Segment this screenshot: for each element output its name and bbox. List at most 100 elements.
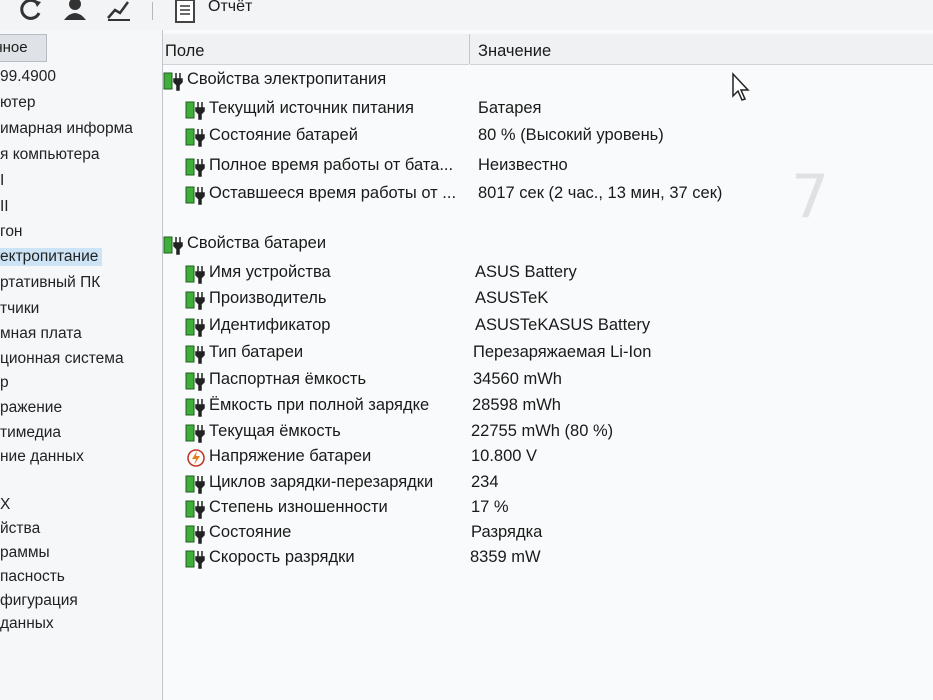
report-icon[interactable] <box>172 0 198 24</box>
sidebar-item[interactable]: ютер <box>0 94 35 112</box>
table-row[interactable]: Состояние батарей 80 % (Высокий уровень) <box>185 126 925 150</box>
battery-icon <box>185 318 205 337</box>
sidebar-item[interactable]: II <box>0 198 9 216</box>
table-row[interactable]: Скорость разрядки 8359 mW <box>185 548 925 572</box>
sidebar-item[interactable]: 99.4900 <box>0 68 56 86</box>
field-cell: Ёмкость при полной зарядке <box>209 396 430 414</box>
sidebar-item[interactable]: ртативный ПК <box>0 274 100 292</box>
sidebar-tab-label: анное <box>0 39 28 56</box>
battery-icon <box>185 372 205 391</box>
table-row[interactable]: Текущий источник питания Батарея <box>185 99 925 123</box>
value-cell: 34560 mWh <box>473 370 562 388</box>
field-cell: Полное время работы от бата... <box>209 156 454 174</box>
sidebar-item[interactable]: имарная информа <box>0 120 133 138</box>
field-cell: Производитель <box>209 289 327 307</box>
table-row[interactable]: Напряжение батареи 10.800 V <box>185 447 925 471</box>
field-cell: Состояние батарей <box>209 126 358 144</box>
table-row[interactable]: Паспортная ёмкость 34560 mWh <box>185 370 925 394</box>
battery-icon <box>185 398 205 417</box>
toolbar-separator <box>152 2 153 20</box>
table-row[interactable]: Состояние Разрядка <box>185 523 925 547</box>
value-cell: 28598 mWh <box>472 396 561 414</box>
sidebar-item[interactable]: ние данных <box>0 448 84 466</box>
battery-icon <box>163 72 183 91</box>
voltage-icon <box>187 449 205 467</box>
sidebar-item[interactable]: ражение <box>0 399 62 417</box>
battery-icon <box>185 265 205 284</box>
sidebar-item[interactable]: гон <box>0 223 23 241</box>
group-battery-properties[interactable]: Свойства батареи <box>163 234 923 258</box>
sidebar-item[interactable]: фигурация <box>0 592 78 610</box>
sidebar-item-power[interactable]: ектропитание <box>0 248 103 266</box>
table-row[interactable]: Производитель ASUSTeK <box>185 289 925 313</box>
column-header-field[interactable]: Поле <box>163 34 469 65</box>
value-cell: Неизвестно <box>478 156 568 174</box>
report-label[interactable]: Отчёт <box>208 0 252 16</box>
sidebar-tab-header[interactable]: анное <box>0 34 47 62</box>
field-cell: Напряжение батареи <box>209 447 372 465</box>
field-cell: Циклов зарядки-перезарядки <box>209 473 434 491</box>
battery-icon <box>185 158 205 177</box>
field-cell: Паспортная ёмкость <box>209 370 367 388</box>
battery-icon <box>185 345 205 364</box>
table-row[interactable]: Идентификатор ASUSTeKASUS Battery <box>185 316 925 340</box>
sidebar-tree: анное 99.4900 ютер имарная информа я ком… <box>0 30 163 700</box>
table-row[interactable]: Ёмкость при полной зарядке 28598 mWh <box>185 396 925 420</box>
value-cell: 17 % <box>471 498 509 516</box>
table-row[interactable]: Циклов зарядки-перезарядки 234 <box>185 473 925 497</box>
battery-icon <box>185 424 205 443</box>
battery-icon <box>185 525 205 544</box>
battery-icon <box>185 500 205 519</box>
field-cell: Оставшееся время работы от ... <box>209 184 457 202</box>
value-cell: 80 % (Высокий уровень) <box>478 126 664 144</box>
sidebar-item[interactable]: йства <box>0 520 40 538</box>
column-header-field-label: Поле <box>165 42 205 60</box>
refresh-icon[interactable] <box>18 0 44 22</box>
field-cell: Состояние <box>209 523 292 541</box>
value-cell: Перезаряжаемая Li-Ion <box>473 343 652 361</box>
value-cell: 10.800 V <box>471 447 538 465</box>
user-icon[interactable] <box>62 0 88 22</box>
sidebar-item[interactable]: X <box>0 496 10 514</box>
battery-icon <box>185 475 205 494</box>
sidebar-item[interactable]: р <box>0 374 9 392</box>
column-header-value[interactable]: Значение <box>470 34 933 65</box>
value-cell: 8017 сек (2 час., 13 мин, 37 сек) <box>478 184 723 202</box>
sidebar-item[interactable]: тимедиа <box>0 424 61 442</box>
report-panel: Поле Значение Свойства электропитания Те… <box>163 30 933 700</box>
screen-glare: 7 <box>791 162 830 232</box>
chart-icon[interactable] <box>106 0 132 22</box>
value-cell: Батарея <box>478 99 542 117</box>
group-title: Свойства электропитания <box>187 70 387 88</box>
value-cell: ASUSTeK <box>475 289 549 307</box>
group-power-properties[interactable]: Свойства электропитания <box>163 70 923 94</box>
value-cell: Разрядка <box>471 523 543 541</box>
sidebar-item[interactable]: пасность <box>0 568 65 586</box>
sidebar-item[interactable]: мная плата <box>0 325 82 343</box>
table-row[interactable]: Имя устройства ASUS Battery <box>185 263 925 287</box>
sidebar-item[interactable]: данных <box>0 615 54 633</box>
battery-icon <box>185 128 205 147</box>
field-cell: Имя устройства <box>209 263 331 281</box>
field-cell: Текущая ёмкость <box>209 422 341 440</box>
group-title: Свойства батареи <box>187 234 327 252</box>
battery-icon <box>185 291 205 310</box>
table-row[interactable]: Степень изношенности 17 % <box>185 498 925 522</box>
value-cell: ASUSTeKASUS Battery <box>475 316 651 334</box>
sidebar-item[interactable]: ционная система <box>0 350 124 368</box>
value-cell: 22755 mWh (80 %) <box>471 422 614 440</box>
sidebar-item[interactable]: тчики <box>0 300 39 318</box>
battery-icon <box>163 236 183 255</box>
sidebar-item[interactable]: я компьютера <box>0 146 99 164</box>
table-row[interactable]: Текущая ёмкость 22755 mWh (80 %) <box>185 422 925 446</box>
field-cell: Текущий источник питания <box>209 99 414 117</box>
field-cell: Идентификатор <box>209 316 331 334</box>
sidebar-item[interactable]: I <box>0 172 4 190</box>
field-cell: Тип батареи <box>209 343 304 361</box>
column-header-value-label: Значение <box>478 42 552 60</box>
field-cell: Скорость разрядки <box>209 548 355 566</box>
table-row[interactable]: Тип батареи Перезаряжаемая Li-Ion <box>185 343 925 367</box>
sidebar-item[interactable]: раммы <box>0 544 50 562</box>
battery-icon <box>185 550 205 569</box>
battery-icon <box>185 101 205 120</box>
